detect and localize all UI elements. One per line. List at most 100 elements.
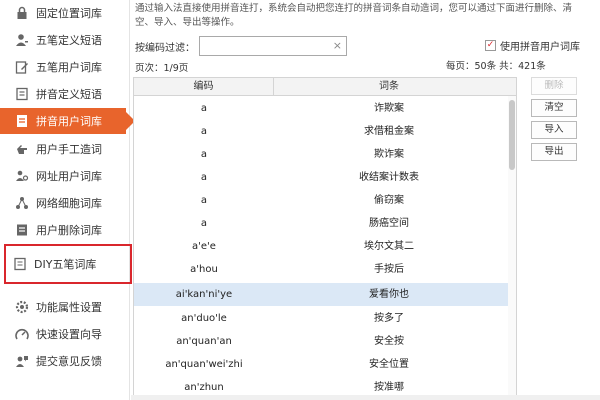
edit-icon (14, 59, 30, 75)
clear-button[interactable]: 清空 (531, 99, 577, 117)
word-table: 编码 词条 a 诈欺案 a 求借租金案 a 欺诈案 a 收结案计数表 a 偷窃案… (133, 77, 517, 400)
cell-code: a (200, 149, 208, 160)
feedback-icon (14, 353, 30, 369)
sidebar-item-feedback[interactable]: 提交意见反馈 (0, 348, 130, 374)
cell-code: a'hou (190, 264, 218, 275)
hand-icon (14, 141, 30, 157)
sidebar-item-label: 功能属性设置 (36, 301, 102, 314)
delete-doc-icon (14, 222, 30, 238)
table-row[interactable]: a 收结案计数表 (134, 166, 510, 189)
table-row-selected[interactable]: ai'kan'ni'ye 爱看你也 (134, 283, 510, 306)
wizard-icon (14, 326, 30, 342)
table-row[interactable]: an'quan'wei'zhi 安全位置 (134, 353, 510, 376)
sidebar-item-manual-word[interactable]: 用户手工造词 (0, 136, 130, 162)
sidebar-item-setup-wizard[interactable]: 快速设置向导 (0, 321, 130, 347)
cell-word: 肠癌空间 (369, 218, 409, 229)
diy-doc-icon (12, 256, 28, 272)
table-row[interactable]: a'e'e 埃尔文其二 (134, 235, 510, 258)
delete-button[interactable]: 删除 (531, 77, 577, 95)
sidebar-item-label: 固定位置词库 (36, 7, 102, 20)
network-icon (14, 195, 30, 211)
sidebar-item-label: 五笔用户词库 (36, 61, 102, 74)
filter-label: 按编码过滤： (135, 42, 195, 54)
table-row[interactable]: an'duo'le 按多了 (134, 307, 510, 330)
bottom-bar (131, 395, 600, 400)
cell-code: a'e'e (192, 241, 216, 252)
sidebar-item-label: 提交意见反馈 (36, 355, 102, 368)
column-header-word[interactable]: 词条 (274, 78, 504, 96)
sidebar-item-feature-settings[interactable]: 功能属性设置 (0, 294, 130, 320)
cell-code: an'duo'le (181, 313, 227, 324)
cell-word: 安全位置 (369, 359, 409, 370)
main-panel: 通过输入法直接使用拼音连打，系统会自动把您连打的拼音词条自动造词，您可以通过下面… (131, 0, 600, 400)
clear-icon[interactable]: × (333, 39, 342, 52)
sidebar-item-label: 拼音用户词库 (36, 115, 102, 128)
cell-word: 诈欺案 (374, 103, 404, 114)
sidebar: 固定位置词库 五笔定义短语 五笔用户词库 拼音定义短语 拼音用户词库 用户手工造… (0, 0, 135, 400)
cell-code: an'quan'wei'zhi (165, 359, 243, 370)
table-row[interactable]: a 偷窃案 (134, 189, 510, 212)
sidebar-item-label: 网址用户词库 (36, 170, 102, 183)
sidebar-item-wubi-user-lib[interactable]: 五笔用户词库 (0, 54, 130, 80)
cell-word: 偷窃案 (374, 195, 404, 206)
cell-word: 手按后 (374, 264, 404, 275)
sidebar-item-url-user-lib[interactable]: 网址用户词库 (0, 163, 130, 189)
cell-code: ai'kan'ni'ye (175, 289, 233, 300)
cell-word: 收结案计数表 (359, 172, 419, 183)
description-text: 通过输入法直接使用拼音连打，系统会自动把您连打的拼音词条自动造词，您可以通过下面… (135, 3, 573, 28)
cell-code: a (200, 126, 208, 137)
checkbox-label: 使用拼音用户词库 (500, 42, 580, 53)
sidebar-item-wubi-phrase[interactable]: 五笔定义短语 (0, 27, 130, 53)
sidebar-item-label: 用户删除词库 (36, 224, 102, 237)
cell-word: 按多了 (374, 313, 404, 324)
checkmark-icon: ✓ (486, 40, 495, 50)
table-scrollbar[interactable] (508, 96, 516, 399)
sidebar-item-label: 快速设置向导 (36, 328, 102, 341)
cell-code: a (200, 218, 208, 229)
filter-input-box: × (199, 36, 347, 56)
per-page-info: 每页：50条 共：421条 (446, 61, 546, 72)
document-icon (14, 113, 30, 129)
sidebar-item-network-cell-lib[interactable]: 网络细胞词库 (0, 190, 130, 216)
sidebar-item-pinyin-phrase[interactable]: 拼音定义短语 (0, 81, 130, 107)
export-button[interactable]: 导出 (531, 143, 577, 161)
cell-word: 安全按 (374, 336, 404, 347)
cell-word: 求借租金案 (364, 126, 414, 137)
table-row[interactable]: a 求借租金案 (134, 120, 510, 143)
table-row[interactable]: an'quan'an 安全按 (134, 330, 510, 353)
use-pinyin-lib-checkbox[interactable]: ✓ 使用拼音用户词库 (485, 38, 580, 53)
table-header: 编码 词条 (134, 78, 516, 96)
cell-word: 欺诈案 (374, 149, 404, 160)
sidebar-item-label: 用户手工造词 (36, 143, 102, 156)
import-button[interactable]: 导入 (531, 121, 577, 139)
sidebar-item-label: 五笔定义短语 (36, 34, 102, 47)
sidebar-item-label: 网络细胞词库 (36, 197, 102, 210)
cell-code: a (200, 172, 208, 183)
cell-word: 爱看你也 (369, 289, 409, 300)
cell-word: 埃尔文其二 (364, 241, 414, 252)
sidebar-item-fixed-position-lib[interactable]: 固定位置词库 (0, 0, 130, 26)
sidebar-item-label: DIY五笔词库 (34, 258, 97, 271)
scrollbar-thumb[interactable] (509, 100, 515, 170)
cell-code: a (200, 103, 208, 114)
users-icon (14, 168, 30, 184)
checkbox-box[interactable]: ✓ (485, 40, 496, 51)
sidebar-item-user-deleted-lib[interactable]: 用户删除词库 (0, 217, 130, 243)
filter-row: 按编码过滤： × (135, 36, 347, 56)
table-row[interactable]: a 肠癌空间 (134, 212, 510, 235)
gear-icon (14, 299, 30, 315)
sidebar-item-diy-wubi-lib[interactable]: DIY五笔词库 (4, 244, 132, 284)
cell-code: an'quan'an (176, 336, 232, 347)
cell-code: a (200, 195, 208, 206)
filter-input[interactable] (200, 37, 330, 55)
table-row[interactable]: a 诈欺案 (134, 97, 510, 120)
lock-icon (14, 5, 30, 21)
book-icon (14, 86, 30, 102)
table-row[interactable]: a 欺诈案 (134, 143, 510, 166)
sidebar-item-label: 拼音定义短语 (36, 88, 102, 101)
table-row[interactable]: a'hou 手按后 (134, 258, 510, 281)
sidebar-item-pinyin-user-lib[interactable]: 拼音用户词库 (0, 108, 135, 134)
user-icon (14, 32, 30, 48)
page-info: 页次：1/9页 (135, 63, 189, 74)
column-header-code[interactable]: 编码 (134, 78, 274, 96)
